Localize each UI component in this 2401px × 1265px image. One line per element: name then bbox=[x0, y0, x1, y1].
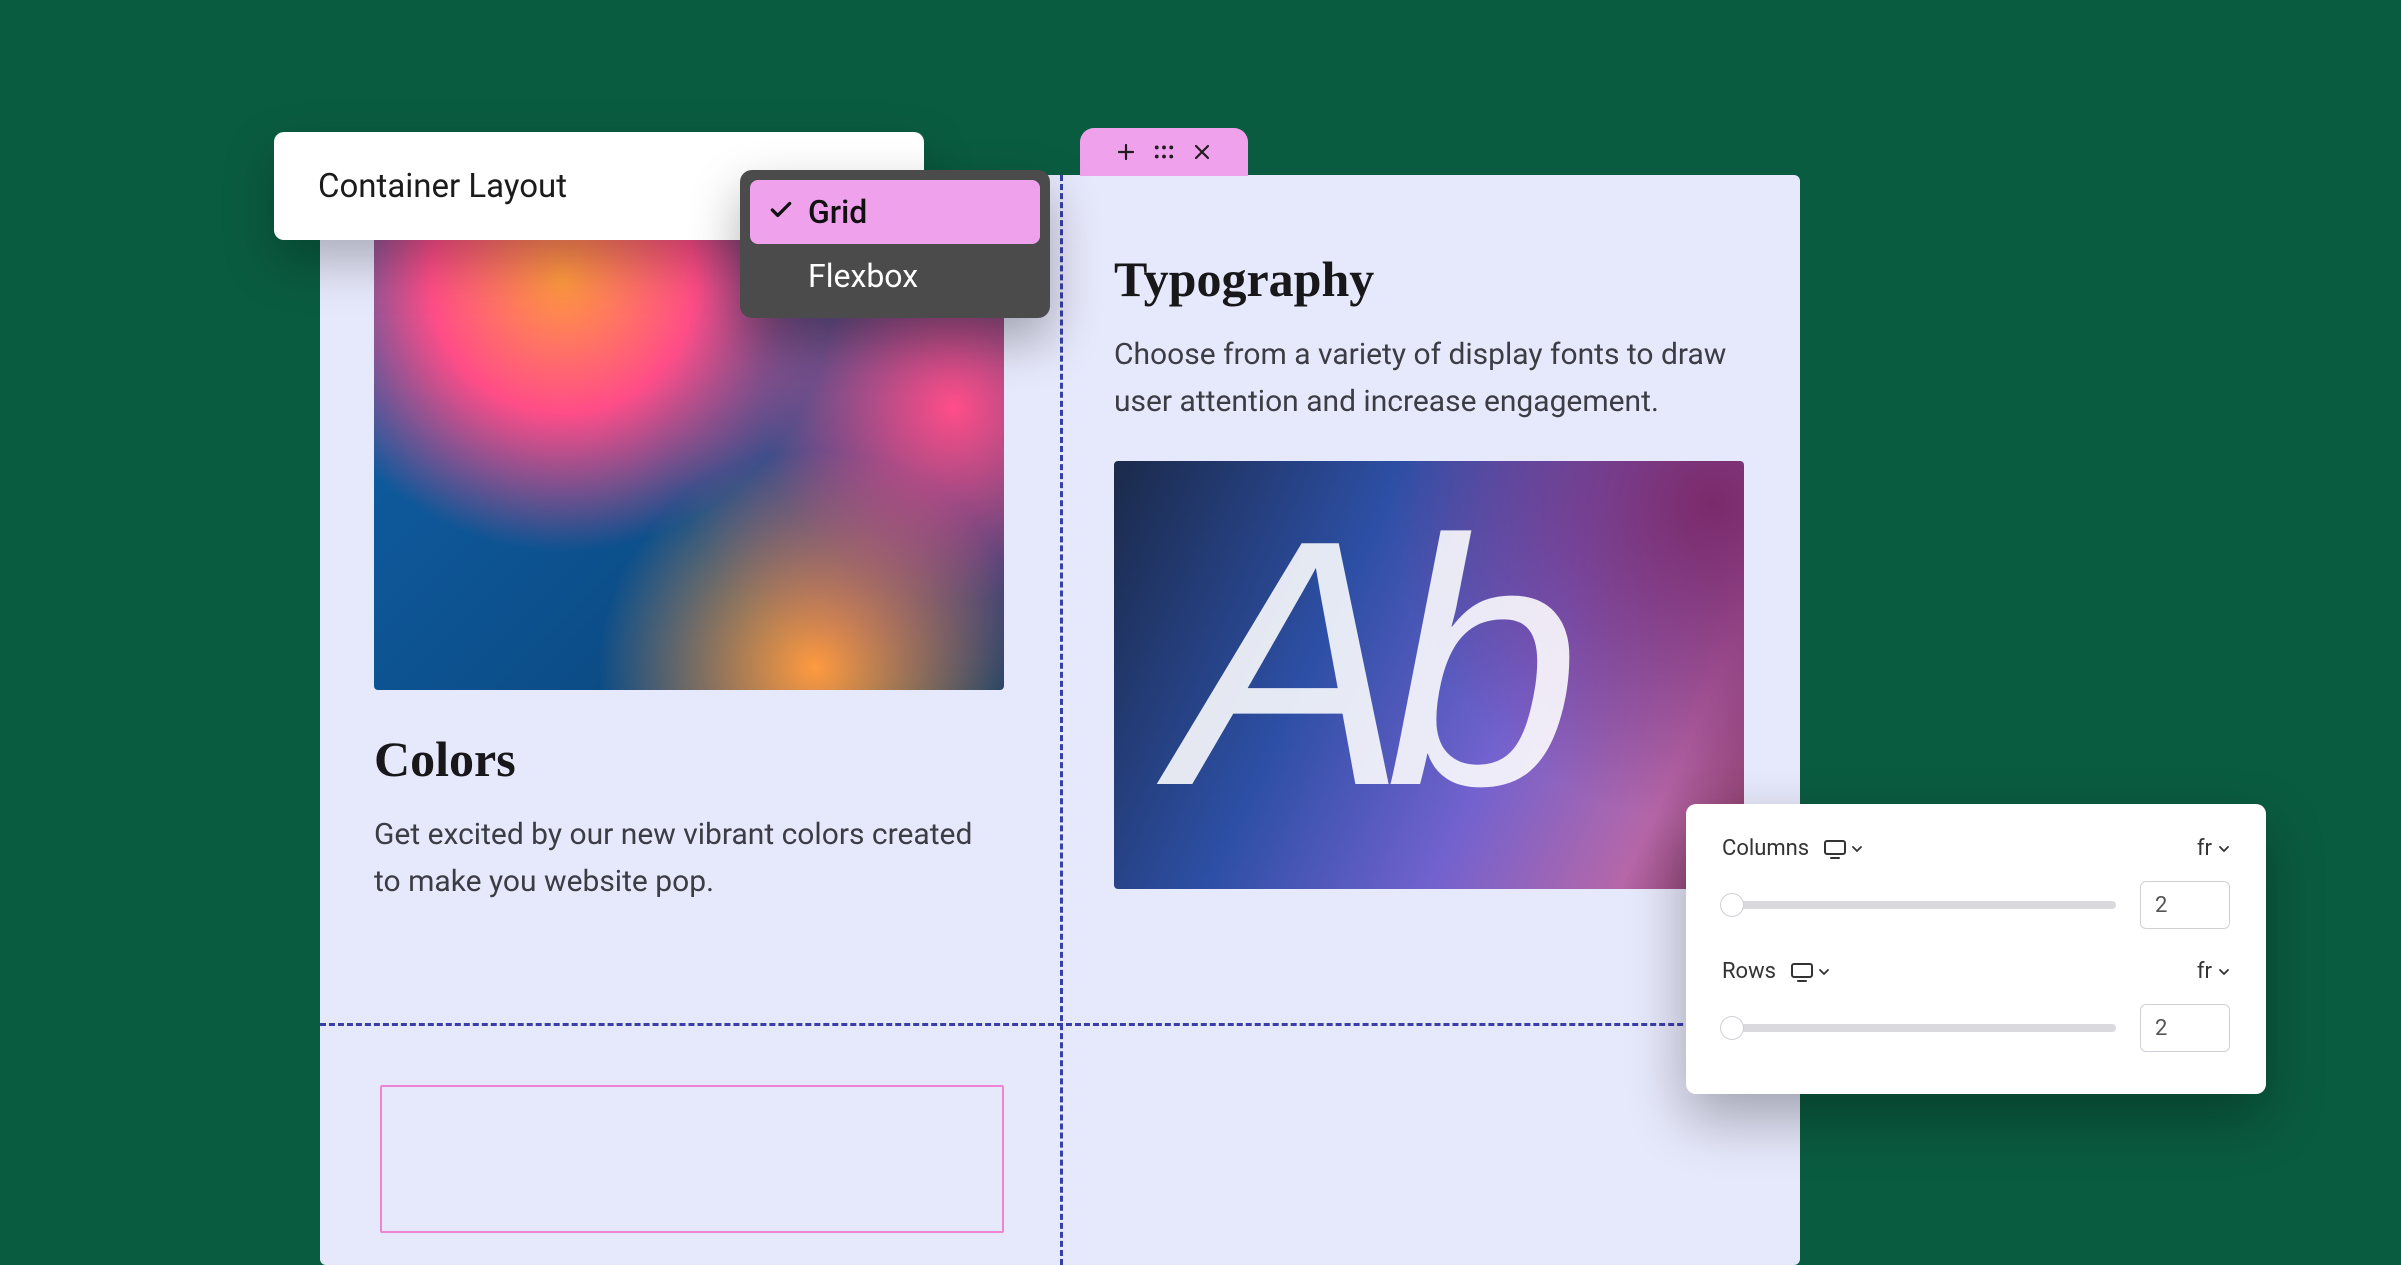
rows-device-select[interactable] bbox=[1790, 962, 1830, 982]
rows-slider-thumb[interactable] bbox=[1720, 1016, 1744, 1040]
columns-slider[interactable] bbox=[1722, 901, 2116, 909]
chevron-down-icon bbox=[1851, 843, 1863, 855]
columns-value-input[interactable]: 2 bbox=[2140, 881, 2230, 929]
rows-value-input[interactable]: 2 bbox=[2140, 1004, 2230, 1052]
rows-slider[interactable] bbox=[1722, 1024, 2116, 1032]
columns-label: Columns bbox=[1722, 836, 1809, 861]
rows-unit-label: fr bbox=[2197, 959, 2212, 984]
columns-slider-thumb[interactable] bbox=[1720, 893, 1744, 917]
typography-heading: Typography bbox=[1114, 250, 1746, 308]
empty-placeholder-box[interactable] bbox=[380, 1085, 1004, 1233]
rows-value: 2 bbox=[2155, 1016, 2167, 1041]
close-icon[interactable] bbox=[1192, 142, 1212, 162]
typography-sample-text: Ab bbox=[1174, 471, 1558, 856]
dropdown-option-flexbox[interactable]: Flexbox bbox=[750, 244, 1040, 308]
colors-body-text: Get excited by our new vibrant colors cr… bbox=[374, 812, 1006, 905]
rows-label: Rows bbox=[1722, 959, 1776, 984]
container-layout-label: Container Layout bbox=[318, 167, 567, 206]
check-icon bbox=[768, 193, 794, 231]
dropdown-option-grid[interactable]: Grid bbox=[750, 180, 1040, 244]
plus-icon[interactable] bbox=[1116, 142, 1136, 162]
columns-device-select[interactable] bbox=[1823, 839, 1863, 859]
rows-unit-select[interactable]: fr bbox=[2197, 959, 2230, 984]
drag-handle-icon[interactable] bbox=[1154, 142, 1174, 162]
chevron-down-icon bbox=[1818, 966, 1830, 978]
columns-unit-select[interactable]: fr bbox=[2197, 836, 2230, 861]
dropdown-option-label: Grid bbox=[808, 193, 867, 231]
columns-control: Columns fr 2 bbox=[1722, 836, 2230, 929]
layout-dropdown: Grid Flexbox bbox=[740, 170, 1050, 318]
typography-hero-image: Ab bbox=[1114, 461, 1744, 889]
chevron-down-icon bbox=[2218, 843, 2230, 855]
grid-dimensions-panel: Columns fr 2 Rows bbox=[1686, 804, 2266, 1094]
editor-canvas: Colors Get excited by our new vibrant co… bbox=[320, 175, 1800, 1265]
rows-control: Rows fr 2 bbox=[1722, 959, 2230, 1052]
columns-value: 2 bbox=[2155, 893, 2167, 918]
dropdown-option-label: Flexbox bbox=[808, 257, 918, 295]
columns-unit-label: fr bbox=[2197, 836, 2212, 861]
block-toolbar-tab bbox=[1080, 128, 1248, 176]
chevron-down-icon bbox=[2218, 966, 2230, 978]
typography-body-text: Choose from a variety of display fonts t… bbox=[1114, 332, 1746, 425]
colors-heading: Colors bbox=[374, 730, 1006, 788]
